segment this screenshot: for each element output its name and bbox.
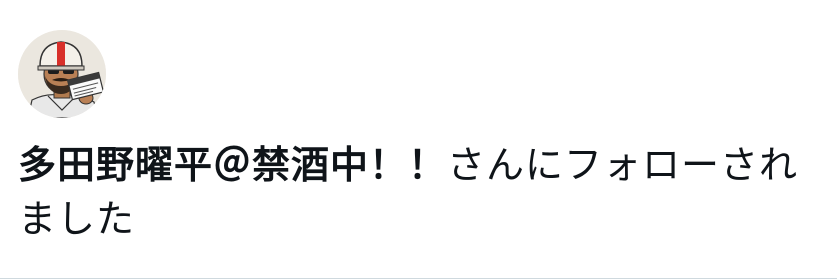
follow-notification[interactable]: 多田野曜平＠禁酒中！！さんにフォローされました [0, 0, 837, 279]
user-avatar[interactable] [18, 30, 106, 118]
notification-message: 多田野曜平＠禁酒中！！さんにフォローされました [18, 138, 828, 246]
cartoon-man-avatar-icon [18, 30, 106, 118]
user-display-name[interactable]: 多田野曜平＠禁酒中！！ [18, 143, 447, 187]
